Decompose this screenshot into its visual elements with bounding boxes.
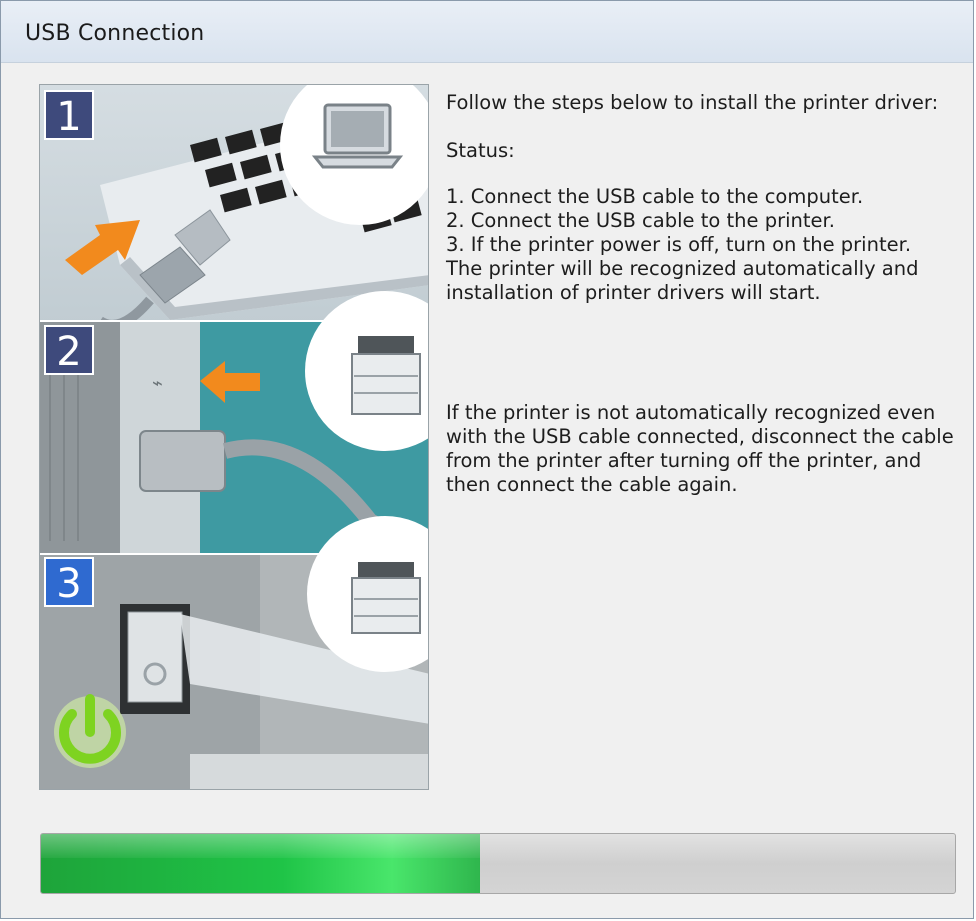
step2-panel: ⌁ [40,291,428,562]
power-icon [54,694,126,768]
progress-fill [41,834,480,893]
step3-panel [40,516,428,789]
usb-connection-dialog: USB Connection ⌁ 1 2 3 Follow the steps … [0,0,974,919]
instruction-step-1: 1. Connect the USB cable to the computer… [446,185,864,208]
svg-text:⌁: ⌁ [152,373,163,394]
instruction-step-2: 2. Connect the USB cable to the printer. [446,209,835,232]
printer-icon [351,336,421,415]
instructions-panel: Follow the steps below to install the pr… [446,91,966,497]
step1-panel [40,85,428,330]
title-bar[interactable]: USB Connection [1,1,973,63]
intro-text: Follow the steps below to install the pr… [446,91,939,114]
progress-bar [40,833,956,894]
window-title: USB Connection [25,21,205,46]
auto-recognition-text: The printer will be recognized automatic… [446,257,919,304]
instruction-step-3: 3. If the printer power is off, turn on … [446,233,912,256]
laptop-icon [311,103,404,169]
setup-illustration: ⌁ 1 2 3 [39,84,429,790]
step-number-2: 2 [44,325,94,375]
status-label: Status: [446,139,515,162]
step-number-3: 3 [44,557,94,607]
troubleshooting-note: If the printer is not automatically reco… [446,401,954,496]
step-number-1: 1 [44,90,94,140]
